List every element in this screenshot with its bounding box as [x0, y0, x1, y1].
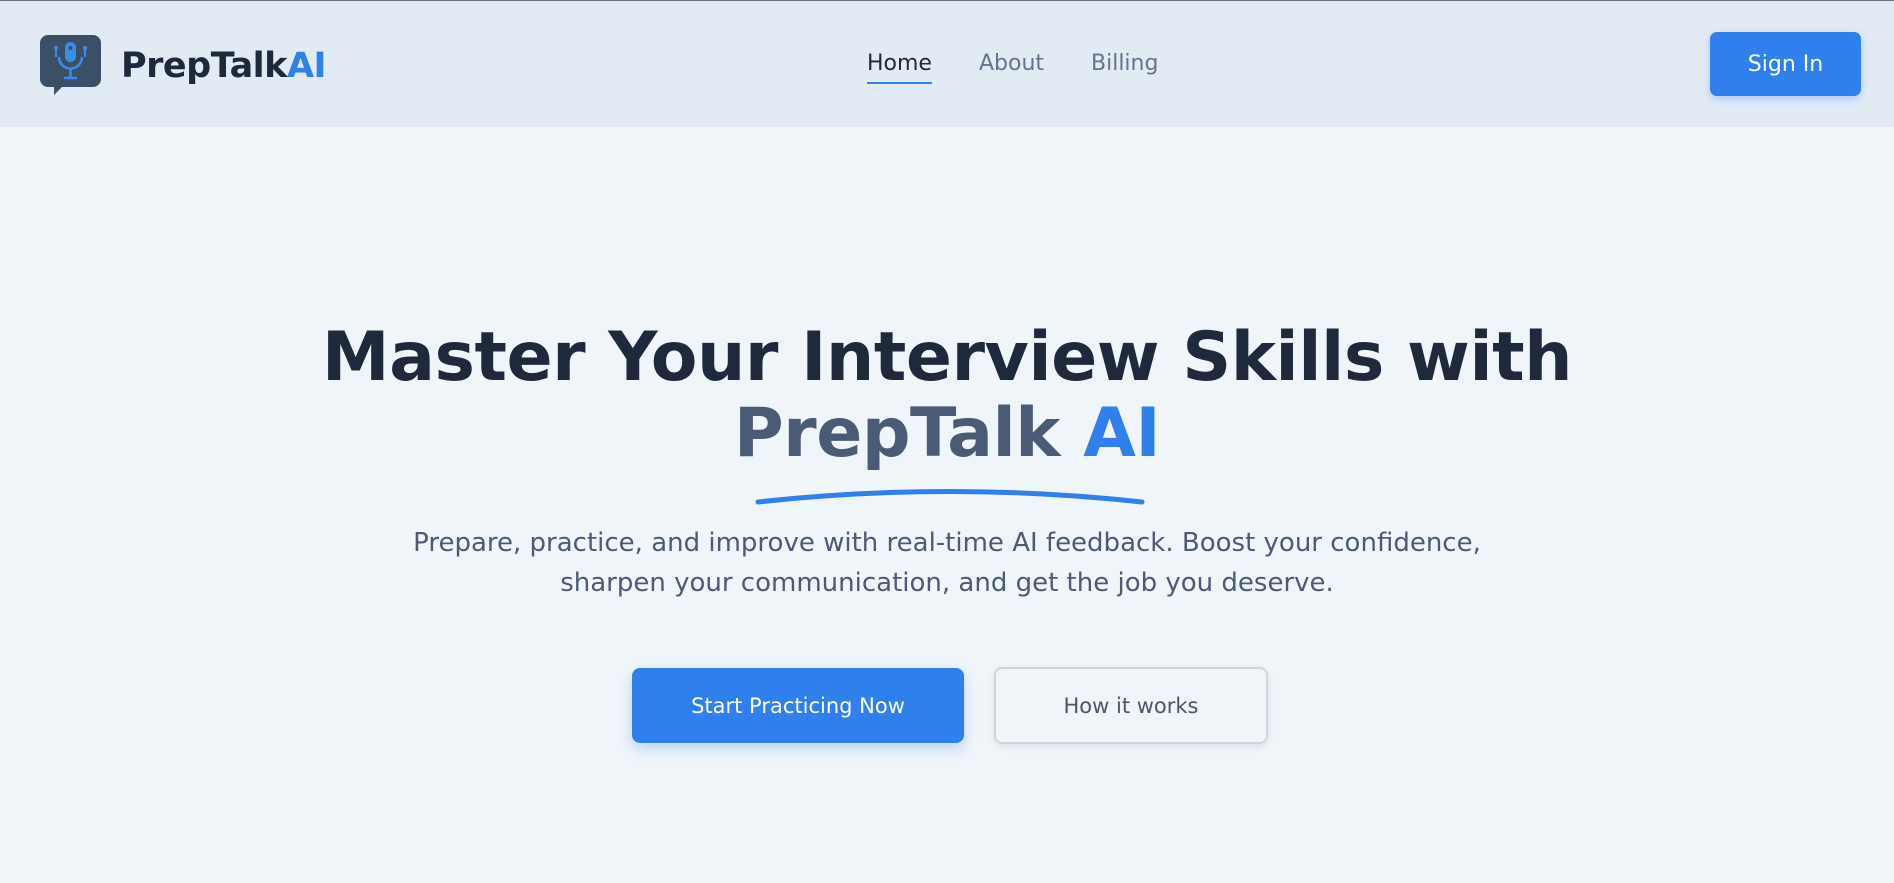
nav-billing-link[interactable]: Billing — [1091, 49, 1158, 79]
headline-brand-ai: AI — [1083, 394, 1161, 473]
headline-line-1: Master Your Interview Skills with — [321, 318, 1573, 397]
nav-home-link[interactable]: Home — [867, 49, 932, 84]
main-nav: Home About Billing — [0, 49, 1894, 89]
nav-about-link[interactable]: About — [979, 49, 1044, 79]
hero-section: Master Your Interview Skills with PrepTa… — [0, 127, 1894, 883]
headline-underline-decoration — [755, 489, 1145, 505]
sign-in-button[interactable]: Sign In — [1710, 32, 1861, 96]
hero-subtext: Prepare, practice, and improve with real… — [413, 528, 1481, 598]
how-it-works-button[interactable]: How it works — [994, 667, 1268, 744]
headline-brand: PrepTalk AI — [733, 394, 1161, 473]
headline-brand-name: PrepTalk — [733, 394, 1061, 473]
top-navbar: PrepTalkAI Home About Billing Sign In — [0, 0, 1894, 127]
start-practicing-button[interactable]: Start Practicing Now — [632, 668, 964, 743]
hero-headline: Master Your Interview Skills with PrepTa… — [0, 320, 1894, 472]
